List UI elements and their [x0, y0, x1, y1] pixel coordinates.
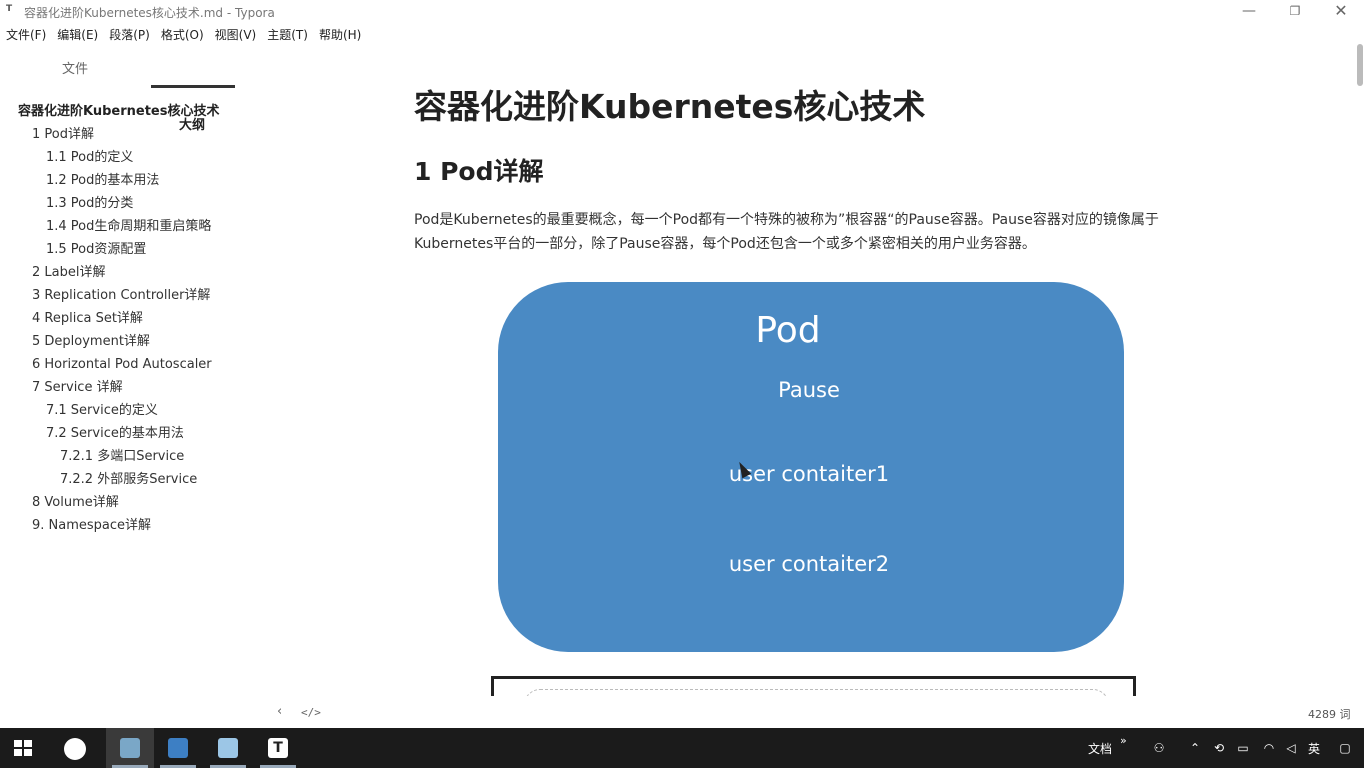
outline-item[interactable]: 容器化进阶Kubernetes核心技术	[18, 102, 219, 122]
outline-item[interactable]: 7.1 Service的定义	[46, 401, 158, 421]
outline-item[interactable]: 4 Replica Set详解	[32, 309, 143, 329]
taskbar-app-2-icon[interactable]	[154, 728, 202, 768]
menu-view[interactable]: 视图(V)	[209, 22, 262, 44]
tab-files[interactable]: 文件	[62, 58, 88, 77]
menu-bar: 文件(F) 编辑(E) 段落(P) 格式(O) 视图(V) 主题(T) 帮助(H…	[0, 22, 366, 44]
outline-item[interactable]: 2 Label详解	[32, 263, 105, 283]
menu-paragraph[interactable]: 段落(P)	[103, 22, 155, 44]
sidebar: 文件 大纲 容器化进阶Kubernetes核心技术 1 Pod详解 1.1 Po…	[0, 44, 248, 696]
outline-item[interactable]: 1 Pod详解	[32, 125, 94, 145]
outline-item[interactable]: 1.3 Pod的分类	[46, 194, 133, 214]
pod-label: Pod	[755, 310, 821, 351]
document-title: 容器化进阶Kubernetes核心技术	[414, 87, 926, 126]
tray-more-icon[interactable]: »	[1120, 734, 1127, 747]
pause-container-label: Pause	[778, 378, 840, 402]
outline-item[interactable]: 1.2 Pod的基本用法	[46, 171, 159, 191]
next-figure-inner-box	[524, 689, 1109, 696]
battery-icon[interactable]: ▭	[1236, 741, 1250, 755]
title-bar: T 容器化进阶Kubernetes核心技术.md - Typora — ❐ ✕	[0, 0, 1364, 22]
outline-item[interactable]: 1.5 Pod资源配置	[46, 240, 146, 260]
toggle-sidebar-icon[interactable]: ‹	[277, 704, 282, 719]
taskbar-app-pinwheel-icon[interactable]	[50, 728, 98, 768]
menu-edit[interactable]: 编辑(E)	[51, 22, 103, 44]
word-count[interactable]: 4289 词	[1308, 706, 1351, 722]
close-button[interactable]: ✕	[1318, 0, 1364, 22]
outline-item[interactable]: 9. Namespace详解	[32, 516, 151, 536]
outline-item[interactable]: 6 Horizontal Pod Autoscaler	[32, 355, 212, 375]
menu-file[interactable]: 文件(F)	[0, 22, 51, 44]
outline-item[interactable]: 7.2.1 多端口Service	[60, 447, 184, 467]
ime-indicator[interactable]: 英	[1308, 740, 1320, 757]
volume-icon[interactable]: ◁	[1284, 741, 1298, 755]
active-tab-indicator	[151, 85, 235, 88]
typora-app-icon: T	[6, 4, 13, 14]
menu-format[interactable]: 格式(O)	[155, 22, 209, 44]
sync-icon[interactable]: ⟲	[1212, 741, 1226, 755]
outline-item[interactable]: 1.1 Pod的定义	[46, 148, 133, 168]
user-container-1-label: user contaiter1	[728, 462, 890, 486]
outline-item[interactable]: 7.2.2 外部服务Service	[60, 470, 197, 490]
taskbar-app-3-icon[interactable]	[204, 728, 252, 768]
taskbar-app-1-icon[interactable]	[106, 728, 154, 768]
menu-theme[interactable]: 主题(T)	[261, 22, 313, 44]
taskbar: T 文档 » ⚇ ⌃ ⟲ ▭ ◠ ◁ 英 ▢	[0, 728, 1364, 768]
taskbar-typora-icon[interactable]: T	[254, 728, 302, 768]
status-bar: ‹ </> 4289 词	[0, 698, 1364, 728]
outline-item[interactable]: 5 Deployment详解	[32, 332, 150, 352]
people-icon[interactable]: ⚇	[1152, 741, 1166, 755]
next-figure-frame	[491, 676, 1136, 696]
tray-documents-label[interactable]: 文档	[1088, 740, 1112, 757]
section-heading: 1 Pod详解	[414, 157, 544, 186]
chevron-up-icon[interactable]: ⌃	[1188, 741, 1202, 755]
editor-area[interactable]: 容器化进阶Kubernetes核心技术 1 Pod详解 Pod是Kubernet…	[260, 44, 1354, 696]
maximize-button[interactable]: ❐	[1272, 0, 1318, 22]
outline-item[interactable]: 7 Service 详解	[32, 378, 123, 398]
paragraph: Pod是Kubernetes的最重要概念，每一个Pod都有一个特殊的被称为”根容…	[414, 212, 1159, 252]
user-container-2-label: user contaiter2	[728, 552, 890, 576]
scrollbar-thumb[interactable]	[1357, 44, 1363, 86]
minimize-button[interactable]: —	[1226, 0, 1272, 22]
windows-start-icon[interactable]	[14, 740, 32, 756]
source-code-mode-icon[interactable]: </>	[301, 706, 321, 719]
vertical-scrollbar[interactable]	[1354, 44, 1364, 696]
window-title: 容器化进阶Kubernetes核心技术.md - Typora	[24, 6, 275, 20]
outline-item[interactable]: 3 Replication Controller详解	[32, 286, 210, 306]
menu-help[interactable]: 帮助(H)	[313, 22, 366, 44]
wifi-icon[interactable]: ◠	[1262, 741, 1276, 755]
outline-item[interactable]: 1.4 Pod生命周期和重启策略	[46, 217, 211, 237]
pod-diagram: Pod Pause user contaiter1 user contaiter…	[498, 282, 1124, 652]
outline-item[interactable]: 8 Volume详解	[32, 493, 119, 513]
outline-item[interactable]: 7.2 Service的基本用法	[46, 424, 184, 444]
notification-icon[interactable]: ▢	[1338, 741, 1352, 755]
sidebar-tabs: 文件 大纲	[0, 58, 248, 133]
